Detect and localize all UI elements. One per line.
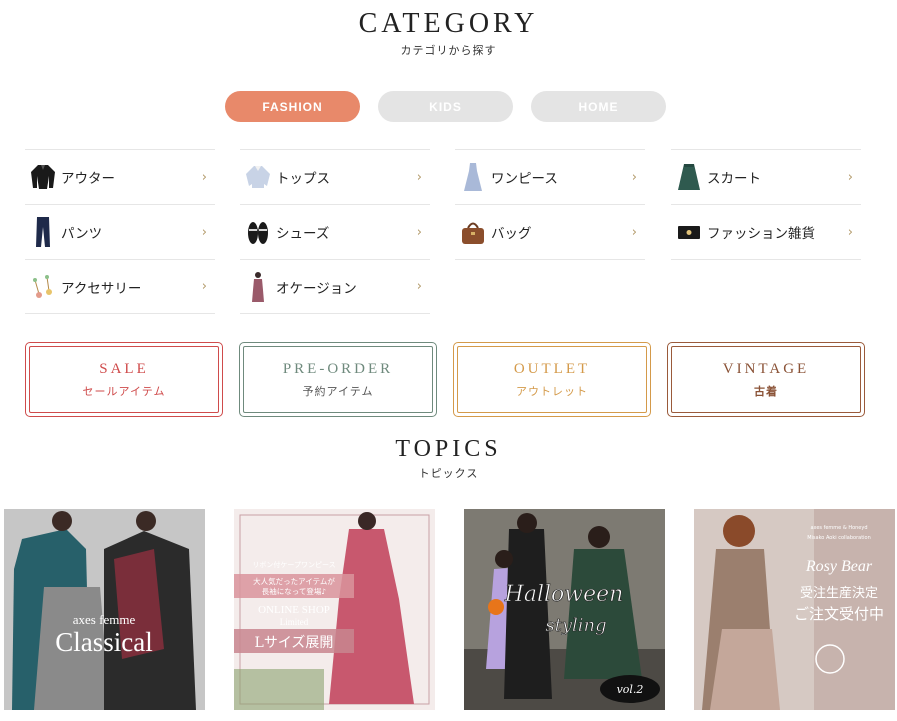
chevron-right-icon: ›: [416, 224, 422, 240]
topic-line: Limited: [280, 617, 309, 627]
sale-frame: SALE セールアイテム: [29, 346, 219, 413]
category-label: オケージョン: [276, 280, 357, 297]
topic-line: リボン付ケープワンピース: [252, 560, 335, 569]
chevron-right-icon: ›: [201, 169, 207, 185]
topic-card-rosy-bear[interactable]: axes femme & Honeyd Misako Aoki collabor…: [694, 509, 895, 710]
topic-card-halloween[interactable]: Halloween styling vol.2: [464, 509, 665, 710]
category-subtitle: カテゴリから探す: [400, 44, 497, 57]
onepiece-icon: [459, 160, 487, 194]
category-title: CATEGORY: [358, 8, 539, 39]
outer-icon: [29, 160, 57, 194]
category-heading: CATEGORY カテゴリから探す: [0, 8, 897, 58]
category-item-onepiece[interactable]: ワンピース ›: [455, 149, 645, 204]
topic-subtitle: styling: [545, 615, 606, 636]
topic-line: Misako Aoki collaboration: [807, 535, 871, 541]
chevron-right-icon: ›: [631, 169, 637, 185]
topic-line: ONLINE SHOP: [258, 604, 330, 616]
category-item-fashion-goods[interactable]: ファッション雑貨 ›: [671, 204, 861, 259]
skirt-icon: [675, 160, 703, 194]
category-item-shoes[interactable]: シューズ ›: [240, 204, 430, 259]
chevron-right-icon: ›: [416, 279, 422, 294]
topic-image: axes femme & Honeyd Misako Aoki collabor…: [694, 509, 895, 710]
topic-card-l-size[interactable]: リボン付ケープワンピース 大人気だったアイテムが 長袖になって登場♪ ONLIN…: [234, 509, 435, 710]
occasion-icon: [244, 270, 272, 304]
topic-title: Halloween: [504, 582, 624, 607]
category-label: トップス: [276, 171, 330, 187]
category-label: バッグ: [491, 226, 532, 242]
shoes-icon: [244, 215, 272, 249]
pants-icon: [29, 215, 57, 249]
vintage-title: VINTAGE: [722, 360, 810, 377]
topic-badge: vol.2: [617, 683, 644, 696]
topic-card-classical[interactable]: axes femme Classical: [4, 509, 205, 710]
outlet-title: OUTLET: [513, 360, 591, 377]
vintage-frame: VINTAGE 古着: [671, 346, 861, 413]
outlet-frame: OUTLET アウトレット: [457, 346, 647, 413]
category-label: スカート: [707, 171, 761, 187]
topic-brand: axes femme: [73, 612, 136, 627]
topic-image: リボン付ケープワンピース 大人気だったアイテムが 長袖になって登場♪ ONLIN…: [234, 509, 435, 710]
topic-line: 受注生産決定: [800, 585, 878, 601]
category-item-occasion[interactable]: オケージョン ›: [240, 259, 430, 314]
chevron-right-icon: ›: [847, 224, 853, 240]
outlet-subtitle: アウトレット: [516, 384, 588, 398]
category-item-tops[interactable]: トップス ›: [240, 149, 430, 204]
category-item-accessory[interactable]: アクセサリー ›: [25, 259, 215, 314]
pre-order-subtitle: 予約アイテム: [302, 384, 374, 398]
accessory-goods-icon: [675, 215, 703, 249]
vintage-link[interactable]: VINTAGE 古着: [667, 342, 865, 417]
category-label: パンツ: [61, 226, 103, 242]
topics-title: TOPICS: [395, 436, 502, 462]
pre-order-title: PRE-ORDER: [282, 360, 394, 377]
category-label: ファッション雑貨: [707, 226, 815, 242]
topic-line: 大人気だったアイテムが: [253, 576, 335, 586]
topics-heading: TOPICS トピックス: [0, 436, 897, 481]
chevron-right-icon: ›: [201, 224, 207, 240]
tab-fashion[interactable]: FASHION: [225, 91, 360, 122]
topic-image: axes femme Classical: [4, 509, 205, 710]
category-label: アクセサリー: [61, 280, 142, 297]
sale-link[interactable]: SALE セールアイテム: [25, 342, 223, 417]
sale-subtitle: セールアイテム: [82, 384, 166, 398]
category-item-outer[interactable]: アウター ›: [25, 149, 215, 204]
grid-divider: [671, 259, 861, 260]
sale-title: SALE: [99, 360, 149, 377]
category-tabs: FASHION KIDS HOME: [0, 91, 897, 122]
chevron-right-icon: ›: [416, 169, 422, 185]
chevron-right-icon: ›: [631, 224, 637, 240]
topic-title: Lサイズ展開: [255, 635, 334, 651]
topic-line: axes femme & Honeyd: [810, 525, 867, 531]
topic-title: Rosy Bear: [805, 558, 873, 575]
category-label: ワンピース: [491, 171, 558, 187]
pre-order-link[interactable]: PRE-ORDER 予約アイテム: [239, 342, 437, 417]
category-item-bag[interactable]: バッグ ›: [455, 204, 645, 259]
accessory-icon: [29, 270, 57, 304]
category-label: シューズ: [276, 226, 330, 242]
vintage-subtitle: 古着: [754, 384, 778, 398]
topics-subtitle: トピックス: [418, 467, 479, 480]
outlet-link[interactable]: OUTLET アウトレット: [453, 342, 651, 417]
category-label: アウター: [61, 171, 115, 187]
category-item-skirt[interactable]: スカート ›: [671, 149, 861, 204]
topic-title: Classical: [55, 627, 152, 657]
chevron-right-icon: ›: [201, 279, 207, 294]
tab-home[interactable]: HOME: [531, 91, 666, 122]
bag-icon: [459, 215, 487, 249]
tops-icon: [244, 160, 272, 194]
topic-line: ご注文受付中: [794, 605, 884, 623]
pre-order-frame: PRE-ORDER 予約アイテム: [243, 346, 433, 413]
chevron-right-icon: ›: [847, 169, 853, 185]
grid-divider: [455, 259, 645, 260]
topic-line: 長袖になって登場♪: [262, 586, 326, 596]
topic-image: Halloween styling vol.2: [464, 509, 665, 710]
tab-kids[interactable]: KIDS: [378, 91, 513, 122]
category-item-pants[interactable]: パンツ ›: [25, 204, 215, 259]
